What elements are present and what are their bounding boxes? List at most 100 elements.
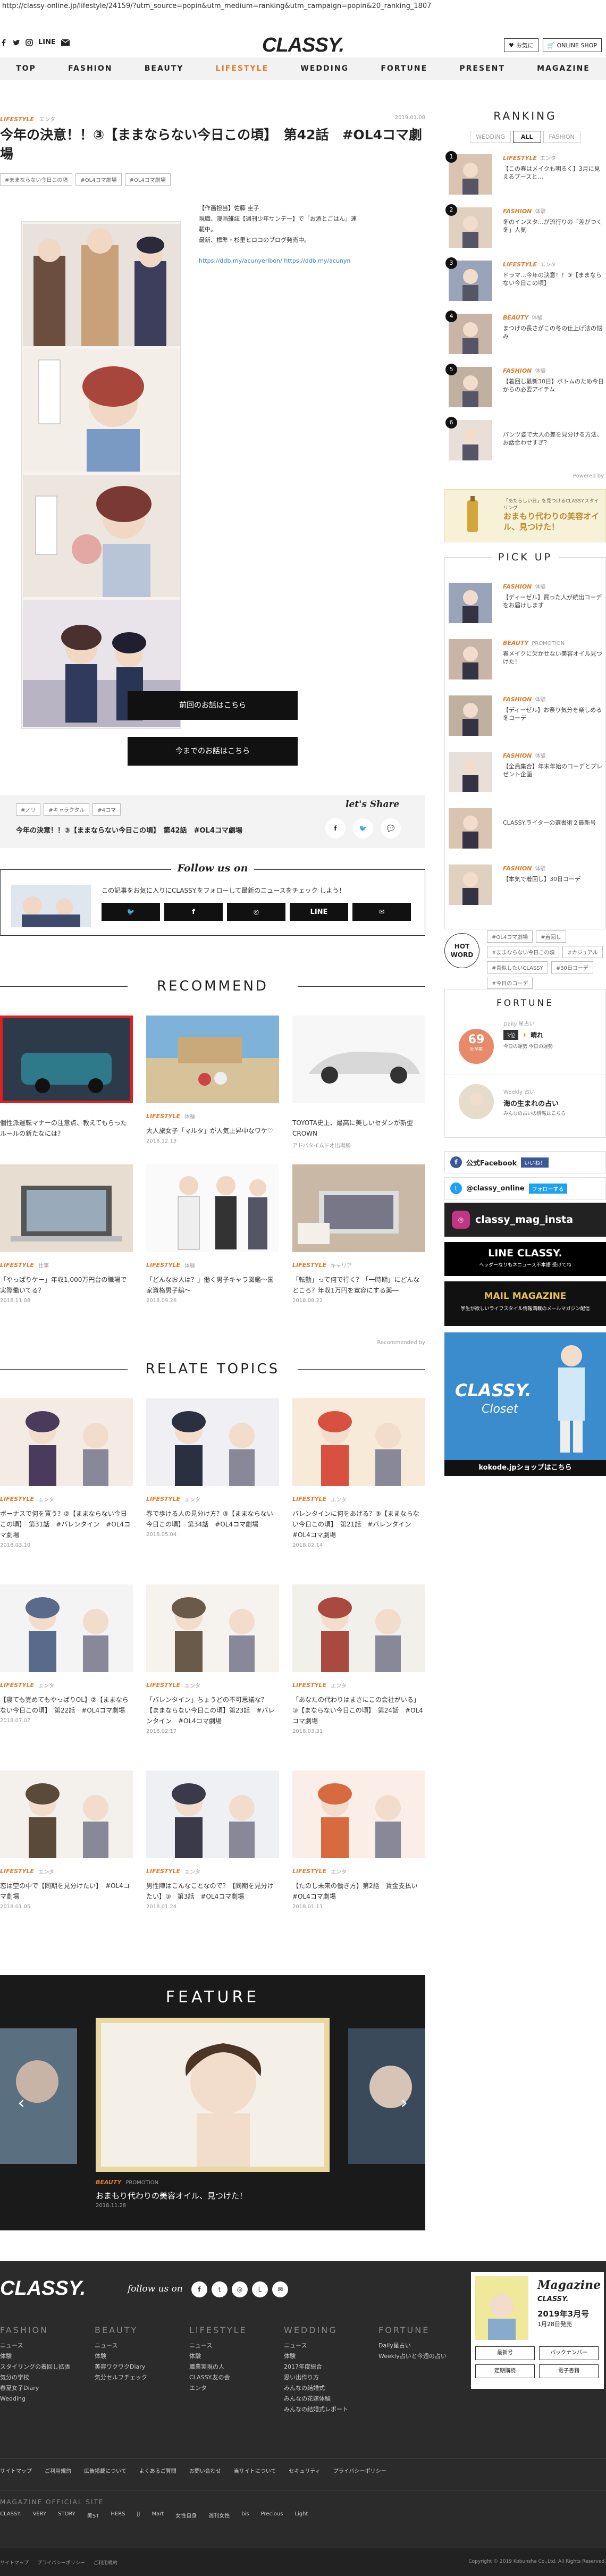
footer-link[interactable]: 体験	[95, 2351, 201, 2362]
ranking-tab-wedding[interactable]: WEDDING	[470, 131, 511, 143]
ranking-tab-all[interactable]: ALL	[512, 131, 541, 143]
recommend-category[interactable]: LIFESTYLE	[146, 1113, 180, 1120]
line-banner[interactable]: LINE CLASSY. ヘッダーなりもネニュース不本語 受けてね	[444, 1242, 606, 1276]
recommend-category[interactable]: LIFESTYLE	[146, 1262, 180, 1269]
magazine-site-link[interactable]: VERY	[33, 2511, 47, 2519]
relate-card[interactable]: LIFESTYLE エンタ 「バレンタイン」ちょうどの不可思議な？【ままならない今日…	[146, 1584, 279, 1734]
relate-category[interactable]: LIFESTYLE	[292, 1496, 326, 1503]
magazine-button[interactable]: 最新号	[475, 2346, 535, 2360]
magazine-site-link[interactable]: Mart	[152, 2511, 164, 2519]
nav-top[interactable]: TOP	[16, 64, 36, 73]
footer-column-heading[interactable]: BEAUTY	[95, 2325, 201, 2335]
relate-category[interactable]: LIFESTYLE	[292, 1682, 326, 1689]
magazine-cover[interactable]	[475, 2276, 528, 2340]
relate-card[interactable]: LIFESTYLE エンタ 「あなたの代わりはまさにこの会社がいる」③【まならない今…	[292, 1584, 425, 1734]
footer-link[interactable]: 2017年度総合	[284, 2362, 390, 2372]
twitter-icon[interactable]: t	[212, 2281, 228, 2297]
hot-word-tag[interactable]: #OL4コマ劇場	[487, 930, 533, 943]
recommend-category[interactable]: LIFESTYLE	[292, 1262, 326, 1269]
magazine-button[interactable]: 電子書籍	[539, 2364, 599, 2378]
magazine-button[interactable]: バックナンバー	[539, 2346, 599, 2360]
footer-link[interactable]: スタイリングの着回し拡張	[0, 2362, 106, 2372]
relate-category[interactable]: LIFESTYLE	[146, 1682, 180, 1689]
magazine-site-link[interactable]: STORY	[58, 2511, 75, 2519]
relate-card[interactable]: LIFESTYLE エンタ 春で歩ける人の見分け方？③【ままならない今日この頃】 第…	[146, 1398, 279, 1538]
nav-beauty[interactable]: BEAUTY	[145, 64, 184, 73]
share-tag[interactable]: #キャラクタル	[44, 803, 90, 816]
footer-link[interactable]: 体験	[189, 2351, 296, 2362]
footer-bottom-link[interactable]: サイトマップ	[0, 2559, 29, 2566]
magazine-site-link[interactable]: bis	[241, 2511, 249, 2519]
footer-link[interactable]: 思い出作り方	[284, 2372, 390, 2383]
footer-link[interactable]: 春夏女子Diary	[0, 2383, 106, 2394]
mail-icon[interactable]: ✉	[272, 2281, 288, 2297]
url-bar[interactable]: http://classy-online.jp/lifestyle/24159/…	[0, 0, 606, 13]
follow-facebook-button[interactable]: f	[164, 903, 223, 921]
footer-link[interactable]: 職業実現の人	[189, 2362, 296, 2372]
footer-link[interactable]: ニュース	[95, 2340, 201, 2351]
ranking-item[interactable]: 5 FASHION 体験 【着回し最新30日】ボトムのため今日からの必要アイテム	[444, 364, 606, 412]
magazine-site-link[interactable]: Light	[294, 2511, 308, 2519]
mail-magazine-banner[interactable]: MAIL MAGAZINE 学生が欲しいライフスタイル情報満載のメールマガジン配…	[444, 1281, 606, 1326]
relate-card[interactable]: LIFESTYLE エンタ 【たのし未来の働き方】第2話 賃金支払い #OL4コマ劇…	[292, 1771, 425, 1910]
share-line-button[interactable]: 💬	[381, 818, 401, 838]
ranking-category[interactable]: LIFESTYLE	[503, 155, 537, 162]
follow-twitter-button[interactable]: 🐦	[102, 903, 160, 921]
footer-link[interactable]: エンタ	[189, 2383, 296, 2394]
footer-link[interactable]: 気分セルフチェック	[95, 2372, 201, 2383]
footer-link[interactable]: よくあるご質問	[139, 2466, 176, 2474]
prev-story-button[interactable]: 前回のお話はこちら	[128, 691, 298, 720]
hot-word-tag[interactable]: #着回し	[536, 930, 566, 943]
instagram-icon[interactable]: ◎	[232, 2281, 248, 2297]
follow-instagram-button[interactable]: ◎	[227, 903, 285, 921]
footer-column-heading[interactable]: LIFESTYLE	[189, 2325, 296, 2335]
relate-card[interactable]: LIFESTYLE エンタ ボーナスで何を買う？②【ままならない今日この頃】 第31…	[0, 1398, 133, 1548]
twitter-widget[interactable]: t @classy_online フォローする	[444, 1177, 606, 1199]
footer-link[interactable]: Wedding	[0, 2394, 106, 2404]
footer-link[interactable]: ニュース	[189, 2340, 296, 2351]
recommend-card[interactable]: LIFESTYLE 仕事 「やっぱりケー」年収1,000万円台の職場で実際働いてる…	[0, 1164, 133, 1304]
facebook-icon[interactable]: f	[191, 2281, 207, 2297]
footer-bottom-link[interactable]: プライバシーポリシー	[37, 2559, 85, 2566]
pickup-category[interactable]: FASHION	[503, 865, 532, 872]
feature-image[interactable]	[96, 2018, 330, 2172]
fortune-weekly-title[interactable]: 海の生まれの占い	[503, 1098, 559, 1108]
nav-lifestyle[interactable]: LIFESTYLE	[216, 64, 269, 73]
ranking-item[interactable]: 3 LIFESTYLE エンタ ドラマ…今年の決意！！③【ままならない今日この頃】	[444, 257, 606, 305]
pickup-item[interactable]: FASHION 体験 【全員集合】年末年始のコーデとプレゼント企画	[444, 749, 606, 796]
nav-fashion[interactable]: FASHION	[68, 64, 112, 73]
all-stories-button[interactable]: 今までのお話はこちら	[128, 737, 298, 766]
article-tag[interactable]: #ままならない今日この頃	[0, 173, 73, 186]
footer-link[interactable]: みんなの結婚式	[284, 2383, 390, 2394]
footer-link[interactable]: みんなの花嫁体験	[284, 2394, 390, 2404]
relate-category[interactable]: LIFESTYLE	[292, 1868, 326, 1875]
footer-link[interactable]: 体験	[284, 2351, 390, 2362]
favorite-button[interactable]: ♥ お気に	[503, 38, 538, 52]
ranking-item[interactable]: 2 FASHION 体験 冬のインスタ…が流行りの「差がつく冬」人気	[444, 204, 606, 252]
share-twitter-button[interactable]: 🐦	[353, 818, 373, 838]
footer-link[interactable]: CLASSY.友の会	[189, 2372, 296, 2383]
feature-next-arrow[interactable]: ›	[393, 2092, 415, 2113]
relate-card[interactable]: LIFESTYLE エンタ 【寝ても覚めてもやっぱりOL】②【ままならない今日この頃…	[0, 1584, 133, 1724]
magazine-site-link[interactable]: HERS	[111, 2511, 125, 2519]
sidebar-ad[interactable]: 「あたらしい日」を見つけるCLASSY.スタイリング おまもり代わりの美容オイル…	[444, 489, 606, 542]
pickup-category[interactable]: FASHION	[503, 752, 532, 759]
share-tag[interactable]: #ノリ	[16, 803, 41, 816]
kokode-link[interactable]: kokode.jpショップはこちら	[444, 1460, 606, 1476]
feature-prev-arrow[interactable]: ‹	[11, 2092, 32, 2113]
footer-link[interactable]: ニュース	[0, 2340, 106, 2351]
nav-wedding[interactable]: WEDDING	[300, 64, 349, 73]
hot-word-tag[interactable]: #カジュアル	[562, 946, 603, 958]
footer-link[interactable]: セキュリティ	[289, 2466, 320, 2474]
instagram-banner[interactable]: ◎ classy_mag_insta	[444, 1203, 606, 1237]
recommend-category[interactable]: LIFESTYLE	[0, 1262, 34, 1269]
recommend-card[interactable]: LIFESTYLE 体験 「どんなお人は？」働く男子キャラ図鑑～国家資格男子編～ …	[146, 1164, 279, 1304]
article-subcategory[interactable]: エンタ	[39, 117, 55, 123]
line-icon[interactable]: L	[252, 2281, 268, 2297]
footer-bottom-link[interactable]: ご利用規約	[94, 2559, 117, 2566]
pickup-category[interactable]: FASHION	[503, 696, 532, 703]
footer-link[interactable]: サイトマップ	[0, 2466, 32, 2474]
pickup-item[interactable]: FASHION 体験 【ディーゼル】お祭り気分を楽しめる冬コーデ	[444, 692, 606, 740]
footer-link[interactable]: ニュース	[284, 2340, 390, 2351]
relate-category[interactable]: LIFESTYLE	[0, 1682, 34, 1689]
